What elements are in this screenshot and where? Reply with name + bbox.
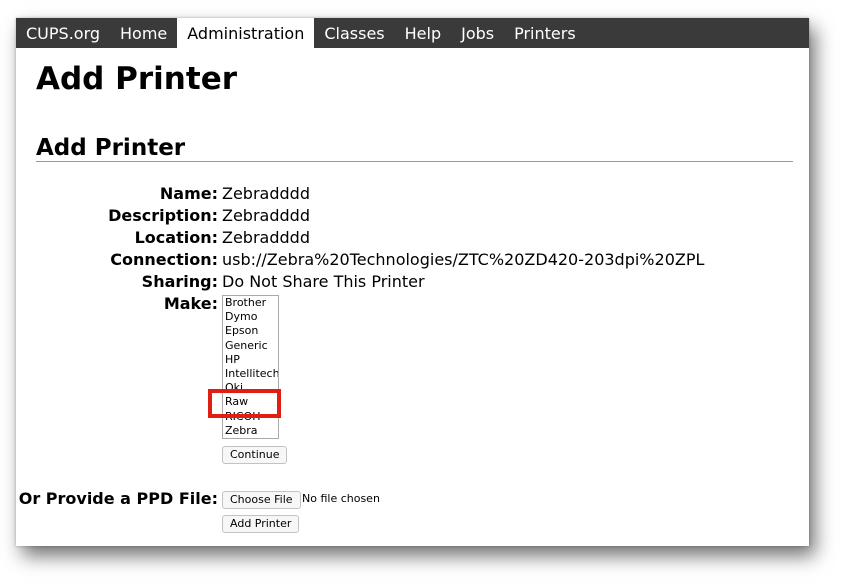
description-label: Description: (108, 206, 218, 225)
make-option-zebra[interactable]: Zebra (223, 424, 278, 438)
choose-file-button[interactable]: Choose File (222, 491, 301, 509)
description-value: Zebradddd (222, 206, 310, 225)
nav-printers[interactable]: Printers (504, 18, 586, 48)
raw-option-highlight (208, 389, 281, 418)
make-option-dymo[interactable]: Dymo (223, 310, 278, 324)
section-title: Add Printer (36, 135, 186, 161)
nav-help[interactable]: Help (395, 18, 451, 48)
make-option-epson[interactable]: Epson (223, 324, 278, 338)
nav-administration[interactable]: Administration (177, 18, 315, 48)
make-option-brother[interactable]: Brother (223, 296, 278, 310)
nav-home[interactable]: Home (110, 18, 177, 48)
make-option-hp[interactable]: HP (223, 353, 278, 367)
cups-window: CUPS.org Home Administration Classes Hel… (16, 18, 809, 546)
add-printer-button[interactable]: Add Printer (222, 515, 300, 533)
section-divider (36, 161, 793, 162)
continue-button[interactable]: Continue (222, 446, 288, 464)
page-title: Add Printer (36, 61, 238, 97)
connection-label: Connection: (110, 250, 218, 269)
file-chosen-status: No file chosen (302, 492, 380, 505)
make-label: Make: (163, 294, 218, 313)
sharing-value: Do Not Share This Printer (222, 272, 425, 291)
location-value: Zebradddd (222, 228, 310, 247)
nav-classes[interactable]: Classes (314, 18, 394, 48)
connection-value: usb://Zebra%20Technologies/ZTC%20ZD420-2… (222, 250, 705, 269)
top-navbar: CUPS.org Home Administration Classes Hel… (16, 18, 809, 48)
make-option-generic[interactable]: Generic (223, 339, 278, 353)
location-label: Location: (134, 228, 218, 247)
name-label: Name: (159, 184, 218, 203)
nav-cups-org[interactable]: CUPS.org (16, 18, 110, 48)
make-option-intellitech[interactable]: Intellitech (223, 367, 278, 381)
name-value: Zebradddd (222, 184, 310, 203)
ppd-file-label: Or Provide a PPD File: (18, 489, 218, 508)
sharing-label: Sharing: (141, 272, 218, 291)
nav-jobs[interactable]: Jobs (451, 18, 504, 48)
